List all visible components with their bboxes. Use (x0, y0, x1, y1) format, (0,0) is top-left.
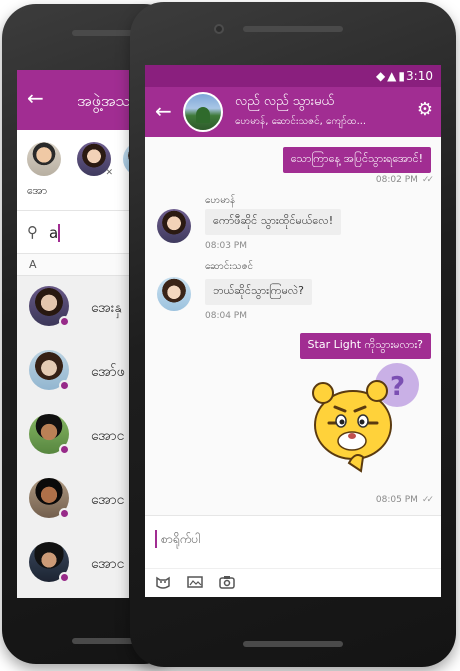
message-time: 08:02 PM (375, 175, 418, 185)
incoming-message[interactable]: ဘယ်ဆိုင်သွားကြမလဲ? (205, 279, 313, 305)
photo-icon[interactable] (187, 575, 203, 589)
page-title: အဖွဲ့အသ (77, 91, 129, 110)
outgoing-message[interactable]: Star Light ကိုသွားမလား? (299, 333, 431, 359)
composer-toolbar (145, 568, 441, 597)
sender-name: ဆောင်းသဇင် (205, 261, 254, 272)
sticker-icon[interactable] (155, 575, 171, 589)
message-text: ကော်ဖီဆိုင် သွားထိုင်မယ်လေ! (213, 214, 334, 227)
message-time: 08:04 PM (205, 311, 247, 321)
avatar (27, 142, 61, 176)
search-bar: ⚲ (17, 210, 129, 254)
double-check-icon: ✓✓ (421, 495, 434, 505)
selected-member[interactable]: ✕ (77, 142, 113, 178)
search-icon: ⚲ (27, 223, 38, 241)
avatar (123, 142, 129, 176)
avatar[interactable] (157, 277, 191, 311)
member-name: အော (27, 184, 48, 197)
signal-battery-icon: ◆▲▮ (375, 69, 407, 83)
status-bar: ◆▲▮ 3:10 (145, 65, 441, 87)
text-cursor (155, 530, 157, 548)
message-input[interactable] (161, 526, 421, 552)
contact-list: အေးနှ အော်ဖ အောင အောင အောင (17, 276, 129, 598)
section-letter: A (29, 258, 37, 271)
chat-members-subtitle: ဟေမာန်, ဆောင်းသဇင်, ကျော်ထ... (235, 116, 367, 127)
chat-title[interactable]: လည် လည် သွားမယ် (235, 93, 334, 112)
back-arrow-icon[interactable]: ← (155, 99, 172, 123)
message-text: ဘယ်ဆိုင်သွားကြမလဲ? (213, 284, 305, 297)
svg-text:?: ? (390, 372, 405, 402)
back-arrow-icon[interactable]: ← (27, 88, 44, 108)
message-text: သောကြာနေ့ အပြင်သွားရအောင်! (290, 152, 423, 165)
outgoing-message[interactable]: သောကြာနေ့ အပြင်သွားရအောင်! (282, 147, 431, 173)
speaker-grille (243, 641, 343, 647)
app-showcase: ← အဖွဲ့အသ အော ✕ ⚲ a A အေးနှ အော်ဖ အောင အ… (0, 0, 460, 671)
front-camera (214, 24, 224, 34)
gear-icon[interactable]: ⚙ (417, 99, 433, 120)
message-meta: 08:02 PM ✓✓ (375, 175, 434, 185)
confused-tiger-sticker[interactable]: ? (305, 363, 425, 479)
group-members-screen: ← အဖွဲ့အသ အော ✕ ⚲ a A အေးနှ အော်ဖ အောင အ… (17, 70, 129, 598)
speaker-grille (243, 26, 343, 32)
chat-header: ← လည် လည် သွားမယ် ဟေမာန်, ဆောင်းသဇင်, ကျ… (145, 87, 441, 137)
selected-member[interactable]: အော (27, 142, 61, 197)
list-overlay (17, 276, 129, 598)
message-time: 08:05 PM (375, 495, 418, 505)
group-chat-screen: ◆▲▮ 3:10 ← လည် လည် သွားမယ် ဟေမာန်, ဆောင်… (145, 65, 441, 597)
selected-member[interactable] (123, 142, 129, 176)
section-header: A (17, 254, 129, 276)
front-phone: ◆▲▮ 3:10 ← လည် လည် သွားမယ် ဟေမာန်, ဆောင်… (130, 2, 456, 667)
camera-icon[interactable] (219, 575, 235, 589)
close-icon[interactable]: ✕ (105, 168, 113, 178)
double-check-icon: ✓✓ (421, 175, 434, 185)
message-time: 08:03 PM (205, 241, 247, 251)
group-avatar[interactable] (183, 92, 223, 132)
incoming-message[interactable]: ကော်ဖီဆိုင် သွားထိုင်မယ်လေ! (205, 209, 342, 235)
message-text: Star Light ကိုသွားမလား? (307, 338, 423, 351)
selected-members: အော ✕ (17, 130, 129, 210)
app-header: ← အဖွဲ့အသ (17, 70, 129, 130)
sender-name: ဟေမာန် (205, 195, 236, 206)
message-meta: 08:05 PM ✓✓ (375, 495, 434, 505)
avatar[interactable] (157, 209, 191, 243)
message-list: သောကြာနေ့ အပြင်သွားရအောင်! 08:02 PM ✓✓ ဟေ… (145, 137, 441, 515)
message-composer (145, 515, 441, 597)
text-cursor (58, 224, 60, 242)
status-time: 3:10 (406, 69, 433, 83)
